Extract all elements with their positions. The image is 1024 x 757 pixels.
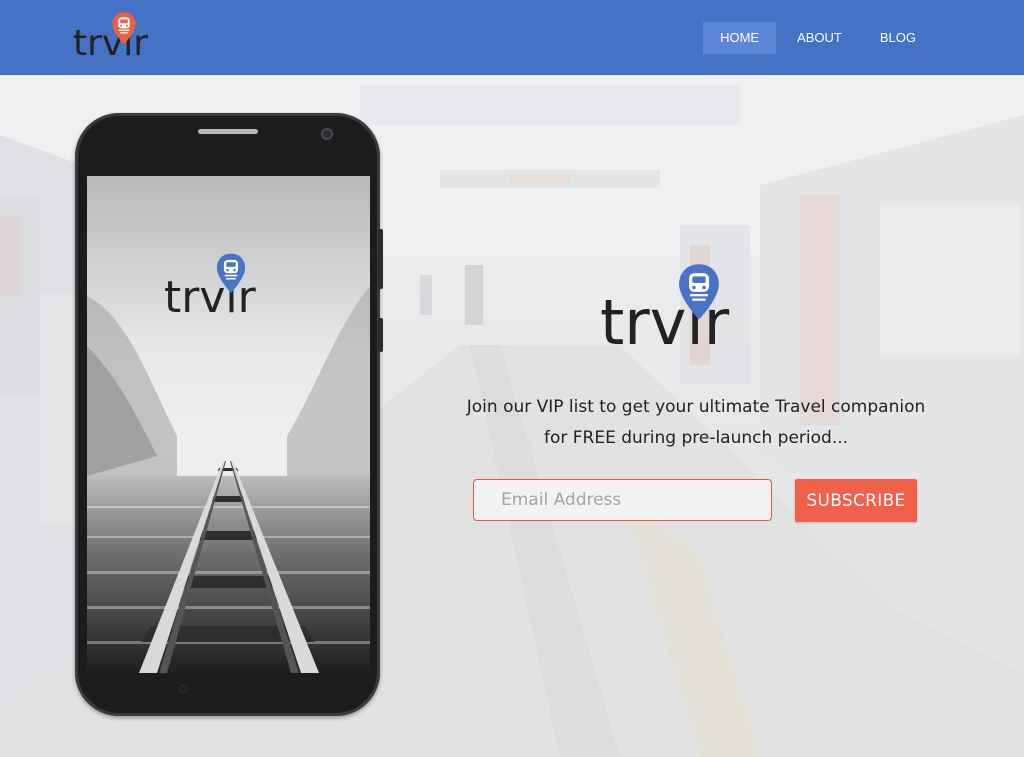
nav-home[interactable]: HOME xyxy=(703,22,777,54)
subscribe-button[interactable]: SUBSCRIBE xyxy=(795,479,917,522)
train-pin-icon xyxy=(216,253,246,293)
phone-volume-button xyxy=(378,229,383,289)
tagline-line-2: for FREE during pre-launch period... xyxy=(543,428,849,448)
tagline-line-1: Join our VIP list to get your ultimate T… xyxy=(466,397,926,417)
top-navbar: trvlr HOME ABOUT BLOG xyxy=(0,0,1024,75)
phone-screen: trvlr xyxy=(87,176,370,673)
nav-about[interactable]: ABOUT xyxy=(780,22,859,54)
email-input[interactable] xyxy=(473,479,772,521)
phone-camera xyxy=(321,128,333,140)
phone-power-button xyxy=(378,318,383,352)
brand-logo[interactable]: trvlr xyxy=(73,10,173,66)
train-pin-icon xyxy=(112,12,136,45)
phone-speaker xyxy=(198,129,258,134)
hero-tagline: Join our VIP list to get your ultimate T… xyxy=(455,392,937,454)
phone-home-indicator xyxy=(179,685,187,693)
nav-blog[interactable]: BLOG xyxy=(863,22,933,54)
hero-logo: trvlr xyxy=(600,262,790,362)
railway-track-image xyxy=(87,176,370,673)
phone-mockup: trvlr xyxy=(75,113,383,716)
main-nav: HOME ABOUT BLOG xyxy=(699,22,933,54)
phone-app-logo: trvlr xyxy=(164,252,294,324)
train-pin-icon xyxy=(679,264,719,320)
